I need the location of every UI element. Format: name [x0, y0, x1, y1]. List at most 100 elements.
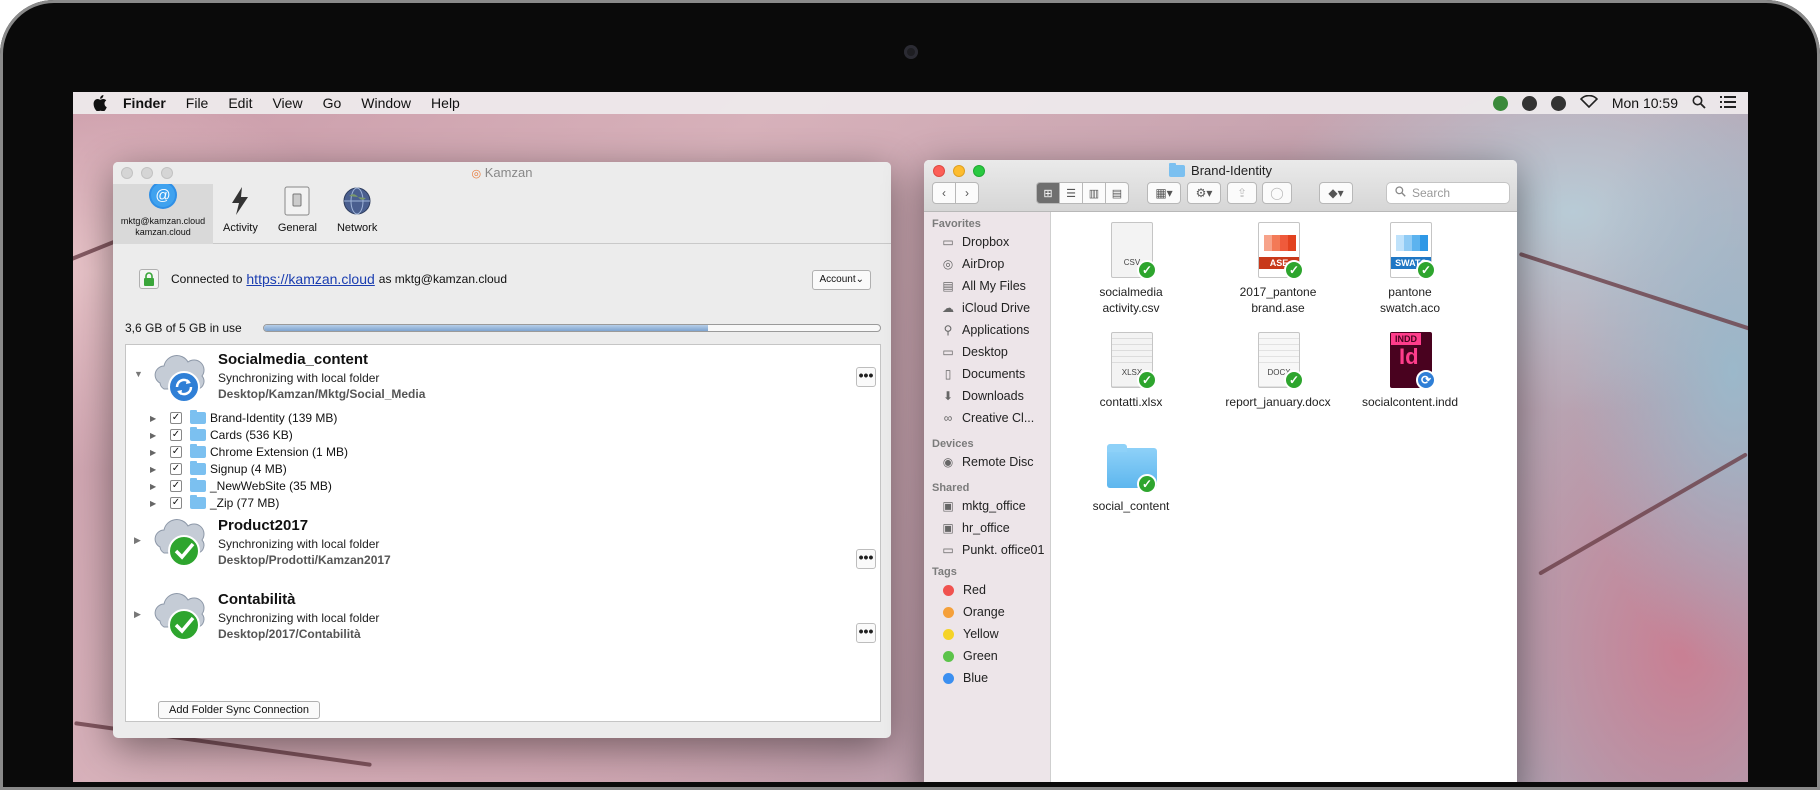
sidebar-item-remote-disc[interactable]: ◉ Remote Disc: [940, 452, 1034, 472]
apple-icon[interactable]: [93, 95, 109, 112]
more-options-button[interactable]: •••: [856, 367, 876, 387]
sidebar-item-dropbox[interactable]: ▭ Dropbox: [940, 232, 1009, 252]
disclosure-closed-icon[interactable]: ▶: [150, 448, 170, 457]
minimize-button[interactable]: [141, 167, 153, 179]
sync-item-product2017[interactable]: ▶ Product2017 Synchronizing with local f…: [126, 511, 880, 573]
disclosure-closed-icon[interactable]: ▶: [150, 465, 170, 474]
menu-help[interactable]: Help: [431, 95, 460, 111]
disclosure-closed-icon[interactable]: ▶: [134, 609, 141, 620]
lightning-icon: [225, 186, 255, 216]
file-item[interactable]: XLSX ✓ contatti.xlsx: [1066, 332, 1196, 410]
disclosure-closed-icon[interactable]: ▶: [150, 431, 170, 440]
subfolder-row[interactable]: ▶ ✓ Signup (4 MB): [150, 460, 287, 478]
list-view-button[interactable]: ☰: [1059, 182, 1083, 204]
tags-button[interactable]: ◯: [1262, 182, 1292, 204]
subfolder-row[interactable]: ▶ ✓ _NewWebSite (35 MB): [150, 477, 332, 495]
file-item[interactable]: INDD Id ⟳ socialcontent.indd: [1345, 332, 1475, 410]
file-item[interactable]: ✓ social_content: [1066, 436, 1196, 514]
wallpaper-branch: [1538, 452, 1748, 576]
add-folder-sync-button[interactable]: Add Folder Sync Connection: [158, 701, 321, 719]
sidebar-item-applications[interactable]: ⚲ Applications: [940, 320, 1030, 340]
icon-view-button[interactable]: ⊞: [1036, 182, 1060, 204]
sidebar-item-punkt-office[interactable]: ▭ Punkt. office01: [940, 540, 1044, 560]
sidebar-tag-red[interactable]: Red: [940, 580, 986, 600]
sidebar-tag-blue[interactable]: Blue: [940, 668, 988, 688]
action-gear-button[interactable]: ⚙▾: [1187, 182, 1221, 204]
lock-icon[interactable]: [139, 269, 159, 289]
share-button[interactable]: ⇪: [1227, 182, 1257, 204]
dropbox-button[interactable]: ◆▾: [1319, 182, 1353, 204]
search-field[interactable]: Search: [1386, 182, 1510, 204]
disclosure-closed-icon[interactable]: ▶: [150, 499, 170, 508]
creative-cloud-icon[interactable]: [1550, 95, 1566, 111]
subfolder-checkbox[interactable]: ✓: [170, 480, 182, 492]
sidebar-tag-green[interactable]: Green: [940, 646, 998, 666]
subfolder-checkbox[interactable]: ✓: [170, 429, 182, 441]
clock[interactable]: Mon 10:59: [1612, 95, 1678, 111]
notification-center-icon[interactable]: [1720, 95, 1736, 111]
sidebar-item-documents[interactable]: ▯ Documents: [940, 364, 1026, 384]
location-icon[interactable]: [1521, 95, 1537, 111]
subfolder-checkbox[interactable]: ✓: [170, 497, 182, 509]
sidebar-item-all-my-files[interactable]: ▤ All My Files: [940, 276, 1026, 296]
arrange-button[interactable]: ▦▾: [1147, 182, 1181, 204]
menu-window[interactable]: Window: [361, 95, 411, 111]
disclosure-open-icon[interactable]: ▼: [134, 369, 143, 379]
disclosure-closed-icon[interactable]: ▶: [150, 414, 170, 423]
account-button[interactable]: Account⌄: [812, 270, 871, 290]
docx-file-icon: DOCX ✓: [1252, 332, 1304, 390]
globe-icon: [342, 186, 372, 216]
sidebar-item-desktop[interactable]: ▭ Desktop: [940, 342, 1008, 362]
tab-activity[interactable]: Activity: [213, 184, 268, 244]
disclosure-closed-icon[interactable]: ▶: [134, 535, 141, 546]
sidebar-item-hr-office[interactable]: ▣ hr_office: [940, 518, 1009, 538]
kamzan-status-icon[interactable]: [1492, 95, 1508, 111]
file-item[interactable]: ASE ✓ 2017_pantone brand.ase: [1213, 222, 1343, 316]
menu-edit[interactable]: Edit: [228, 95, 252, 111]
subfolder-checkbox[interactable]: ✓: [170, 412, 182, 424]
spotlight-icon[interactable]: [1692, 95, 1706, 112]
coverflow-view-button[interactable]: ▤: [1105, 182, 1129, 204]
tab-general[interactable]: General: [268, 184, 327, 244]
tab-network[interactable]: Network: [327, 184, 387, 244]
disclosure-closed-icon[interactable]: ▶: [150, 482, 170, 491]
column-view-button[interactable]: ▥: [1082, 182, 1106, 204]
sidebar-item-creative-cloud[interactable]: ∞ Creative Cl...: [940, 408, 1035, 428]
menu-file[interactable]: File: [186, 95, 209, 111]
connected-prefix: Connected to: [171, 272, 243, 286]
sidebar-item-airdrop[interactable]: ◎ AirDrop: [940, 254, 1005, 274]
close-button[interactable]: [121, 167, 133, 179]
subfolder-row[interactable]: ▶ ✓ Brand-Identity (139 MB): [150, 409, 337, 427]
more-options-button[interactable]: •••: [856, 623, 876, 643]
subfolder-label: Cards (536 KB): [210, 428, 293, 442]
sidebar-tag-orange[interactable]: Orange: [940, 602, 1005, 622]
server-link[interactable]: https://kamzan.cloud: [246, 271, 374, 287]
cloud-synced-icon: [150, 587, 208, 645]
subfolder-row[interactable]: ▶ ✓ _Zip (77 MB): [150, 494, 279, 512]
menu-view[interactable]: View: [272, 95, 302, 111]
menu-go[interactable]: Go: [323, 95, 342, 111]
subfolder-row[interactable]: ▶ ✓ Chrome Extension (1 MB): [150, 443, 348, 461]
monitor-icon: ▣: [942, 499, 954, 513]
sidebar-item-label: Dropbox: [962, 235, 1010, 249]
subfolder-row[interactable]: ▶ ✓ Cards (536 KB): [150, 426, 293, 444]
sync-item-socialmedia[interactable]: ▼ Socialmedia_content Synchronizing with…: [126, 345, 880, 407]
sidebar-item-mktg-office[interactable]: ▣ mktg_office: [940, 496, 1025, 516]
forward-button[interactable]: ›: [955, 182, 979, 204]
file-item[interactable]: SWATC ✓ pantone swatch.aco: [1345, 222, 1475, 316]
menu-app-name[interactable]: Finder: [123, 95, 166, 111]
back-button[interactable]: ‹: [932, 182, 956, 204]
wifi-icon[interactable]: [1579, 94, 1598, 111]
file-item[interactable]: CSV ✓ socialmedia activity.csv: [1066, 222, 1196, 316]
subfolder-checkbox[interactable]: ✓: [170, 446, 182, 458]
sidebar-item-icloud[interactable]: ☁ iCloud Drive: [940, 298, 1030, 318]
more-options-button[interactable]: •••: [856, 549, 876, 569]
subfolder-checkbox[interactable]: ✓: [170, 463, 182, 475]
sidebar-item-downloads[interactable]: ⬇ Downloads: [940, 386, 1024, 406]
sidebar-tag-yellow[interactable]: Yellow: [940, 624, 999, 644]
file-item[interactable]: DOCX ✓ report_january.docx: [1213, 332, 1343, 410]
tab-account[interactable]: @ mktg@kamzan.cloud kamzan.cloud: [113, 181, 213, 244]
sync-item-contabilita[interactable]: ▶ Contabilità Synchronizing with local f…: [126, 585, 880, 647]
sync-name: Contabilità: [218, 591, 296, 608]
zoom-button[interactable]: [161, 167, 173, 179]
